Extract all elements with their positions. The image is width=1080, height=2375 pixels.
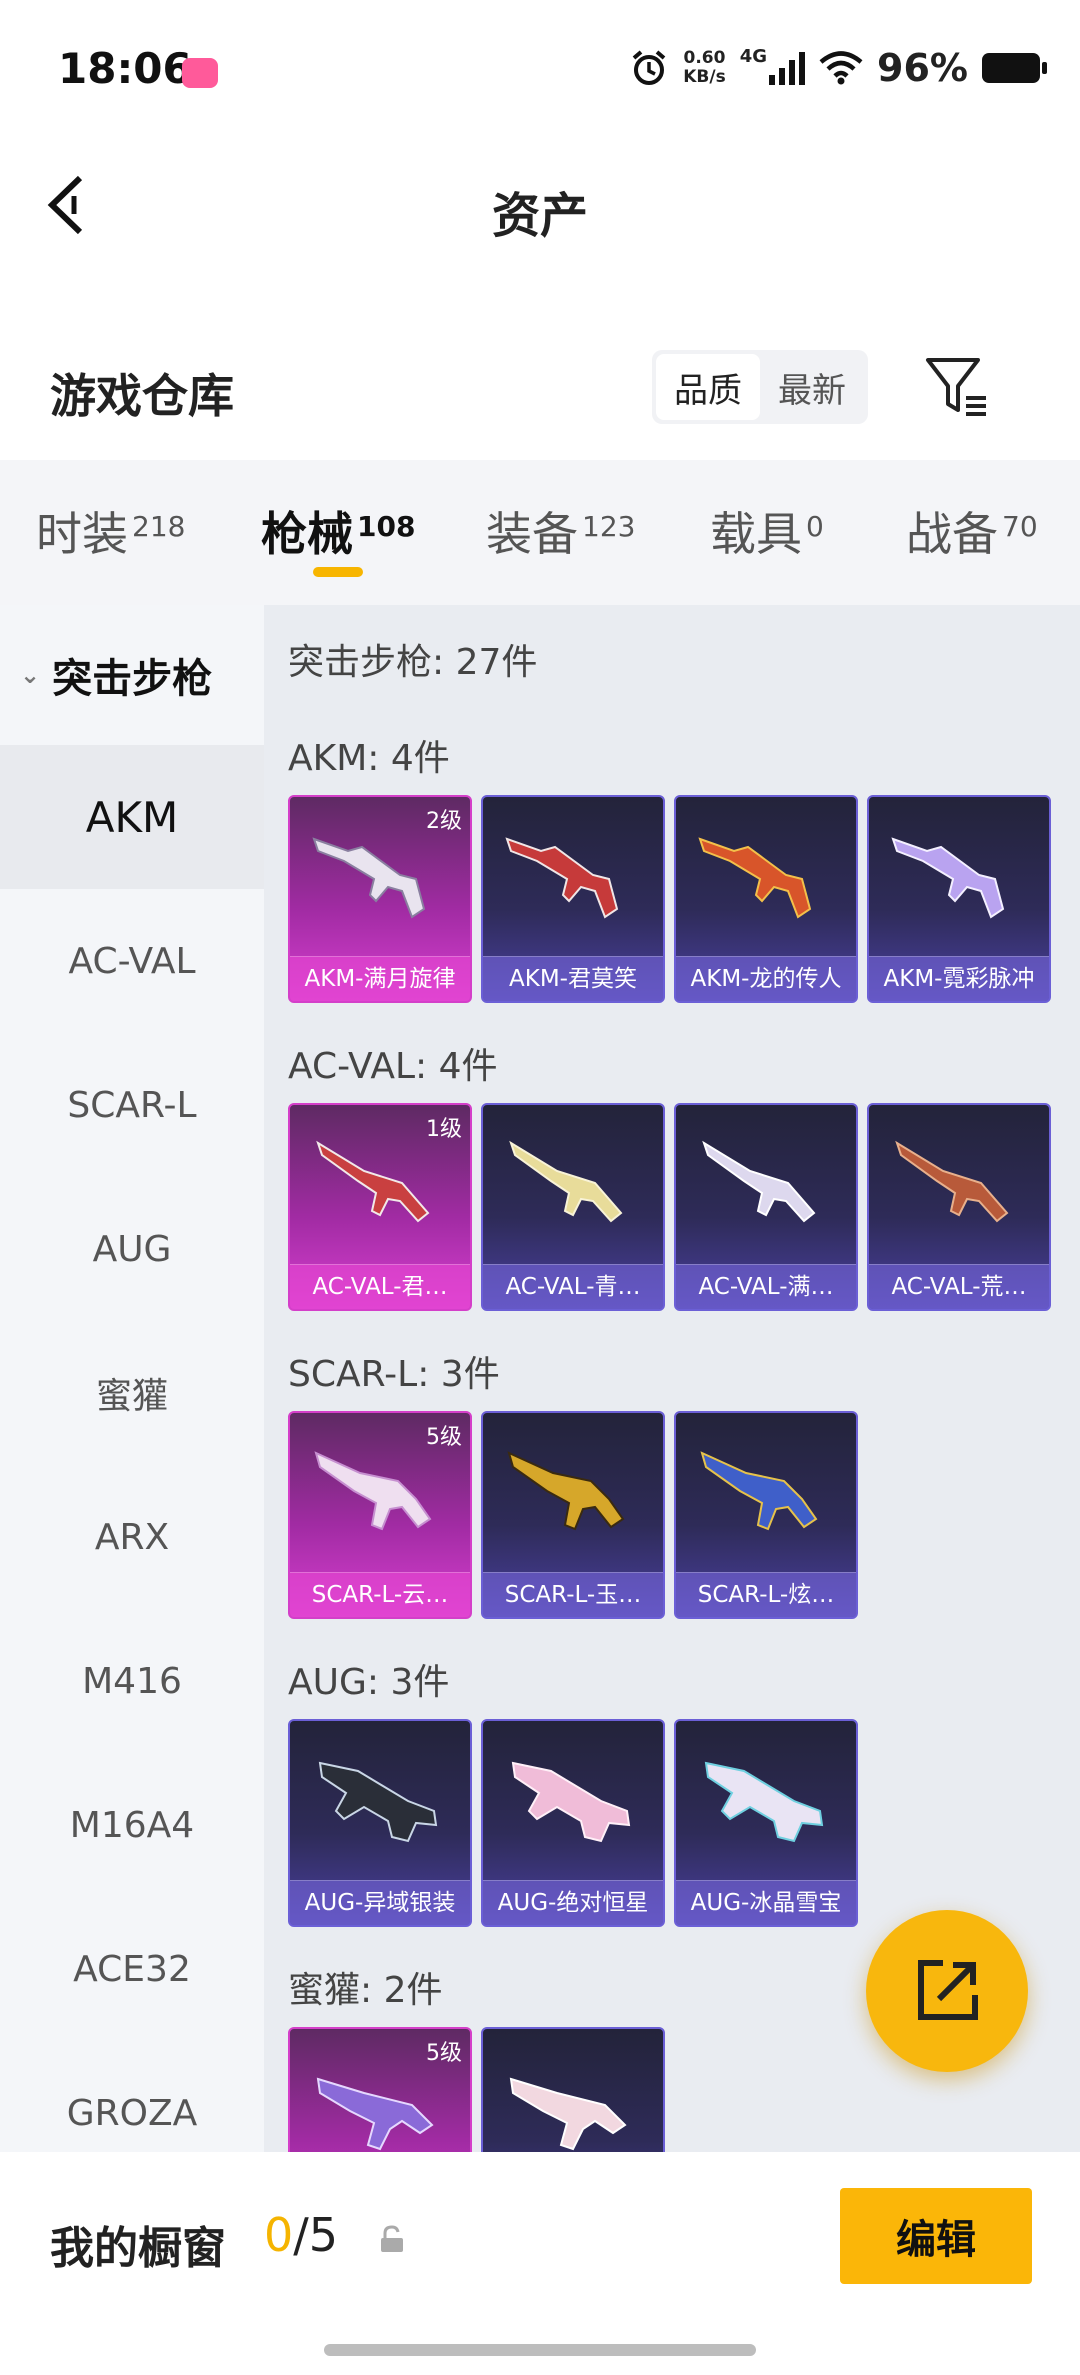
warehouse-title: 游戏仓库 — [50, 369, 234, 423]
weapon-image-icon — [318, 1761, 438, 1843]
tab-firearms[interactable]: 枪械 108 — [261, 498, 415, 564]
chevron-down-icon: ⌄ — [20, 661, 41, 689]
weapon-image-icon — [505, 837, 619, 919]
sidebar-item-honey-badger[interactable]: 蜜獾 — [0, 1321, 264, 1465]
weapon-card[interactable] — [481, 2027, 665, 2152]
weapon-name: AC-VAL-荒… — [869, 1264, 1049, 1309]
weapon-card[interactable]: 5级 SCAR-L-云… — [288, 1411, 472, 1619]
weapon-name: SCAR-L-玉… — [483, 1572, 663, 1617]
group-title-honey-badger: 蜜獾: 2件 — [288, 1970, 443, 2011]
weapon-card[interactable]: AUG-冰晶雪宝 — [674, 1719, 858, 1927]
weapon-image-icon — [314, 1451, 432, 1531]
level-badge: 2级 — [426, 809, 462, 834]
signal-icon — [769, 52, 806, 85]
weapon-name: AUG-绝对恒星 — [483, 1880, 663, 1925]
weapon-name: AKM-龙的传人 — [676, 956, 856, 1001]
weapon-image-icon — [702, 1140, 816, 1223]
weapon-name: AKM-霓彩脉冲 — [869, 956, 1049, 1001]
weapon-image-icon — [509, 1140, 623, 1223]
status-time: 18:06 — [58, 44, 192, 93]
edit-button[interactable]: 编辑 — [840, 2188, 1032, 2284]
wifi-icon — [819, 51, 863, 85]
weapon-card[interactable]: SCAR-L-炫… — [674, 1411, 858, 1619]
level-badge: 5级 — [426, 1425, 462, 1450]
showcase-bar: 我的橱窗 0/5 编辑 — [0, 2152, 1080, 2375]
tab-vehicles[interactable]: 载具 0 — [710, 498, 824, 564]
weapon-image-icon — [509, 2077, 627, 2151]
network-type: 4G — [739, 45, 768, 67]
status-bar: 18:06 0.60 KB/s 4G 96% — [0, 0, 1080, 140]
share-icon — [918, 1960, 978, 2020]
summary-count: 突击步枪: 27件 — [288, 642, 538, 683]
net-speed: 0.60 KB/s — [683, 48, 726, 87]
sidebar-item-ace32[interactable]: ACE32 — [0, 1897, 264, 2041]
weapon-name: AC-VAL-青… — [483, 1264, 663, 1309]
sidebar-category-assault-rifle[interactable]: ⌄ 突击步枪 — [0, 605, 264, 745]
weapon-card[interactable]: SCAR-L-玉… — [481, 1411, 665, 1619]
battery-icon — [982, 53, 1047, 83]
share-button[interactable] — [866, 1910, 1028, 2072]
group-title-akm: AKM: 4件 — [288, 738, 450, 779]
sort-toggle: 品质 最新 — [652, 350, 868, 424]
sidebar-item-aug[interactable]: AUG — [0, 1177, 264, 1321]
sidebar-item-ac-val[interactable]: AC-VAL — [0, 889, 264, 1033]
tab-tactical[interactable]: 战备 70 — [906, 498, 1038, 564]
sort-newest-button[interactable]: 最新 — [760, 354, 864, 420]
weapon-name: AUG-冰晶雪宝 — [676, 1880, 856, 1925]
sidebar-item-arx[interactable]: ARX — [0, 1465, 264, 1609]
battery-percent: 96% — [877, 46, 968, 90]
weapon-card[interactable]: 2级 AKM-满月旋律 — [288, 795, 472, 1003]
showcase-count: 0/5 — [264, 2208, 339, 2262]
sidebar-item-akm[interactable]: AKM — [0, 745, 264, 889]
active-tab-indicator — [313, 567, 363, 577]
weapon-image-icon — [312, 837, 426, 919]
weapon-name: AKM-满月旋律 — [290, 956, 470, 1001]
weapon-card[interactable]: AC-VAL-满… — [674, 1103, 858, 1311]
group-title-aug: AUG: 3件 — [288, 1662, 450, 1703]
group-title-ac-val: AC-VAL: 4件 — [288, 1046, 498, 1087]
sidebar-item-scar-l[interactable]: SCAR-L — [0, 1033, 264, 1177]
weapon-card[interactable]: AUG-异域银装 — [288, 1719, 472, 1927]
app-notification-icon — [182, 58, 218, 88]
weapon-name: AUG-异域银装 — [290, 1880, 470, 1925]
weapon-image-icon — [704, 1761, 824, 1843]
weapon-image-icon — [507, 1451, 625, 1531]
weapon-card[interactable]: AKM-龙的传人 — [674, 795, 858, 1003]
tab-fashion[interactable]: 时装 218 — [36, 498, 185, 564]
weapon-card[interactable]: 5级 — [288, 2027, 472, 2152]
group-title-scar-l: SCAR-L: 3件 — [288, 1354, 500, 1395]
weapon-image-icon — [698, 837, 812, 919]
weapon-card[interactable]: AUG-绝对恒星 — [481, 1719, 665, 1927]
weapon-card[interactable]: AKM-君莫笑 — [481, 795, 665, 1003]
weapon-card[interactable]: AKM-霓彩脉冲 — [867, 795, 1051, 1003]
weapon-image-icon — [700, 1451, 818, 1531]
app-header: 资产 — [0, 140, 1080, 270]
sidebar-item-m416[interactable]: M416 — [0, 1609, 264, 1753]
sort-quality-button[interactable]: 品质 — [656, 354, 760, 420]
level-badge: 5级 — [426, 2041, 462, 2066]
lock-icon — [381, 2225, 403, 2252]
tab-equipment[interactable]: 装备 123 — [486, 498, 635, 564]
weapon-name: SCAR-L-云… — [290, 1572, 470, 1617]
weapon-name: SCAR-L-炫… — [676, 1572, 856, 1617]
page-title: 资产 — [491, 188, 588, 244]
weapon-name: AC-VAL-君… — [290, 1264, 470, 1309]
weapon-sidebar: ⌄ 突击步枪 AKM AC-VAL SCAR-L AUG 蜜獾 ARX M416… — [0, 605, 264, 2152]
weapon-card[interactable]: AC-VAL-荒… — [867, 1103, 1051, 1311]
weapon-image-icon — [895, 1140, 1009, 1223]
sidebar-item-m16a4[interactable]: M16A4 — [0, 1753, 264, 1897]
weapon-image-icon — [511, 1761, 631, 1843]
alarm-icon — [632, 50, 666, 85]
level-badge: 1级 — [426, 1117, 462, 1142]
weapon-card[interactable]: AC-VAL-青… — [481, 1103, 665, 1311]
weapon-image-icon — [316, 1140, 430, 1223]
weapon-name: AKM-君莫笑 — [483, 956, 663, 1001]
weapon-name: AC-VAL-满… — [676, 1264, 856, 1309]
weapon-card[interactable]: 1级 AC-VAL-君… — [288, 1103, 472, 1311]
home-indicator[interactable] — [324, 2344, 756, 2356]
showcase-title: 我的橱窗 — [50, 2223, 226, 2274]
weapon-image-icon — [891, 837, 1005, 919]
status-icons: 0.60 KB/s 4G 96% — [629, 45, 1047, 90]
filter-icon[interactable] — [922, 352, 992, 422]
